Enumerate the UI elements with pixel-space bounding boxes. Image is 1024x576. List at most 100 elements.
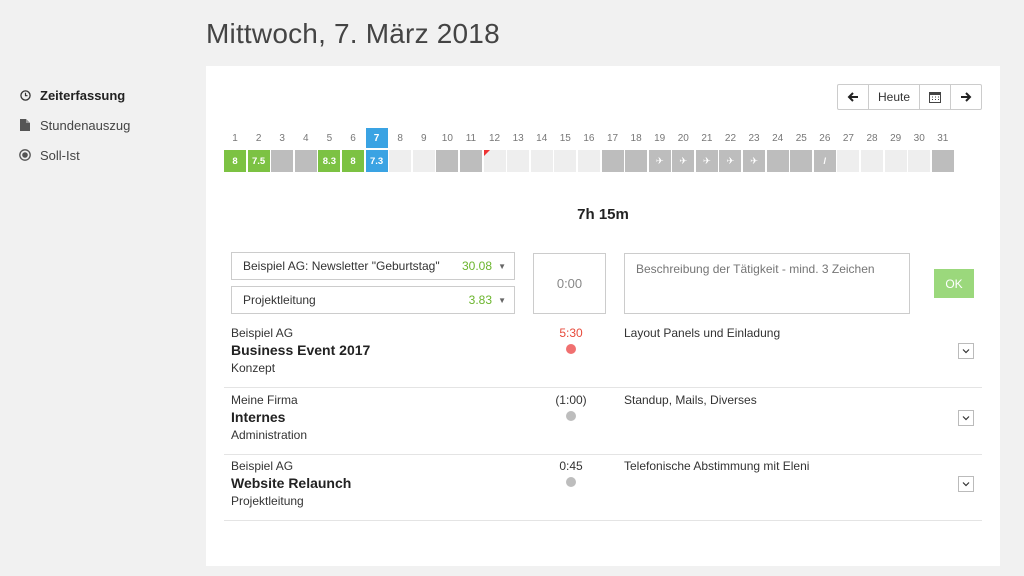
day-17[interactable]: 17 (601, 128, 624, 172)
day-hours[interactable]: 7.3 (365, 150, 388, 172)
next-day-button[interactable] (951, 85, 981, 109)
sidebar-item-label: Zeiterfassung (40, 87, 126, 103)
day-3[interactable]: 3 (271, 128, 294, 172)
airplane-icon[interactable]: ✈ (672, 150, 695, 172)
day-hours[interactable] (766, 150, 789, 172)
day-29[interactable]: 29 (884, 128, 907, 172)
day-25[interactable]: 25 (790, 128, 813, 172)
day-number: 8 (397, 132, 403, 144)
day-hours[interactable] (908, 150, 931, 172)
day-hours[interactable] (507, 150, 530, 172)
day-number: 18 (630, 132, 642, 144)
day-hours[interactable] (790, 150, 813, 172)
day-7[interactable]: 7 7.3 (365, 128, 388, 172)
day-hours[interactable]: 8 (341, 150, 364, 172)
airplane-icon[interactable]: ✈ (648, 150, 671, 172)
day-hours[interactable] (931, 150, 954, 172)
day-10[interactable]: 10 (436, 128, 459, 172)
entry-expand-button[interactable] (958, 343, 974, 359)
day-hours[interactable] (483, 150, 506, 172)
day-19[interactable]: 19 ✈ (648, 128, 671, 172)
sidebar-item-stundenauszug[interactable]: Stundenauszug (18, 110, 188, 140)
day-12[interactable]: 12 (483, 128, 506, 172)
day-2[interactable]: 2 7.5 (247, 128, 270, 172)
day-hours[interactable] (271, 150, 294, 172)
airplane-icon[interactable]: ✈ (743, 150, 766, 172)
sidebar-item-label: Soll-Ist (40, 147, 80, 163)
time-input[interactable]: 0:00 (533, 253, 606, 314)
day-hours[interactable]: / (813, 150, 836, 172)
day-16[interactable]: 16 (577, 128, 600, 172)
day-5[interactable]: 5 8.3 (318, 128, 341, 172)
day-4[interactable]: 4 (294, 128, 317, 172)
day-number: 20 (677, 132, 689, 144)
day-13[interactable]: 13 (507, 128, 530, 172)
sidebar-item-soll-ist[interactable]: Soll-Ist (18, 140, 188, 170)
day-hours[interactable] (837, 150, 860, 172)
day-number: 19 (654, 132, 666, 144)
day-hours[interactable]: 8 (224, 150, 246, 172)
day-hours[interactable] (884, 150, 907, 172)
day-hours[interactable]: 8.3 (318, 150, 341, 172)
day-30[interactable]: 30 (908, 128, 931, 172)
day-hours[interactable] (436, 150, 459, 172)
day-22[interactable]: 22 ✈ (719, 128, 742, 172)
day-1[interactable]: 18 (224, 128, 246, 172)
day-number: 4 (303, 132, 309, 144)
day-23[interactable]: 23 ✈ (743, 128, 766, 172)
task-select[interactable]: Projektleitung 3.83 ▼ (231, 286, 515, 314)
calendar-button[interactable] (920, 85, 951, 109)
day-hours[interactable] (294, 150, 317, 172)
day-6[interactable]: 68 (341, 128, 364, 172)
description-input[interactable] (624, 253, 910, 314)
day-number: 17 (606, 132, 619, 144)
day-number: 6 (350, 132, 356, 144)
day-number: 30 (913, 132, 925, 144)
day-31[interactable]: 31 (931, 128, 954, 172)
entry-expand-button[interactable] (958, 410, 974, 426)
entry-task: Konzept (231, 361, 276, 375)
day-20[interactable]: 20 ✈ (672, 128, 695, 172)
day-number: 21 (701, 132, 713, 144)
entry-expand-button[interactable] (958, 476, 974, 492)
airplane-icon[interactable]: ✈ (719, 150, 742, 172)
entry-time: (1:00) (555, 393, 587, 407)
day-27[interactable]: 27 (837, 128, 860, 172)
day-number: 28 (866, 132, 878, 144)
day-18[interactable]: 18 (625, 128, 648, 172)
day-hours[interactable]: 7.5 (247, 150, 270, 172)
day-28[interactable]: 28 (861, 128, 884, 172)
day-26[interactable]: 26 / (813, 128, 836, 172)
entry-client: Beispiel AG (231, 326, 294, 340)
airplane-icon[interactable]: ✈ (695, 150, 718, 172)
daily-total: 7h 15m (577, 206, 629, 223)
day-21[interactable]: 21 ✈ (695, 128, 718, 172)
day-number: 13 (512, 132, 524, 144)
today-button[interactable]: Heute (869, 85, 920, 109)
day-hours[interactable] (412, 150, 435, 172)
prev-day-button[interactable] (838, 85, 869, 109)
day-number: 7 (365, 128, 388, 148)
day-24[interactable]: 24 (766, 128, 789, 172)
day-9[interactable]: 9 (412, 128, 435, 172)
ok-button[interactable]: OK (934, 269, 974, 298)
project-select[interactable]: Beispiel AG: Newsletter "Geburtstag" 30.… (231, 252, 515, 280)
day-hours[interactable] (530, 150, 553, 172)
day-hours[interactable] (577, 150, 600, 172)
day-hours[interactable] (459, 150, 482, 172)
day-14[interactable]: 14 (530, 128, 553, 172)
day-15[interactable]: 15 (554, 128, 577, 172)
day-hours[interactable] (861, 150, 884, 172)
day-number: 15 (559, 132, 571, 144)
day-8[interactable]: 8 (389, 128, 412, 172)
day-hours[interactable] (554, 150, 577, 172)
entry-description: Standup, Mails, Diverses (624, 393, 757, 407)
day-hours[interactable] (389, 150, 412, 172)
day-hours[interactable] (625, 150, 648, 172)
day-hours[interactable] (601, 150, 624, 172)
time-entry: Beispiel AG Website Relaunch Projektleit… (224, 454, 982, 521)
clock-icon (18, 88, 32, 102)
task-select-label: Projektleitung (243, 293, 316, 307)
day-11[interactable]: 11 (459, 128, 482, 172)
sidebar-item-zeiterfassung[interactable]: Zeiterfassung (18, 80, 188, 110)
